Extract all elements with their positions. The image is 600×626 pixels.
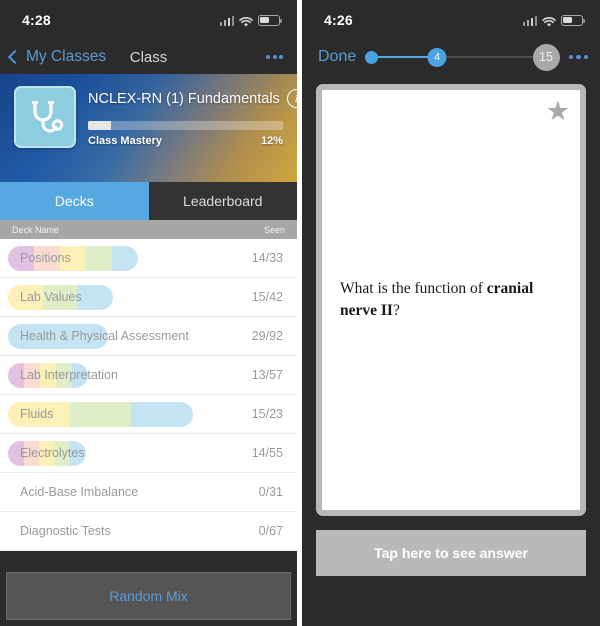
tab-bar: Decks Leaderboard <box>0 182 297 220</box>
stethoscope-icon <box>14 86 76 148</box>
deck-seen-count: 14/33 <box>251 251 283 265</box>
wifi-icon <box>542 15 556 27</box>
deck-name: Acid-Base Imbalance <box>20 485 139 499</box>
deck-name: Positions <box>20 251 71 265</box>
column-header-seen: Seen <box>263 224 285 235</box>
deck-row[interactable]: Diagnostic Tests 0/67 <box>0 512 297 551</box>
deck-seen-count: 15/23 <box>251 407 283 421</box>
deck-seen-count: 29/92 <box>251 329 283 343</box>
deck-list-header: Deck Name Seen <box>0 220 297 239</box>
cellular-signal-icon <box>219 15 234 26</box>
pill-segment <box>69 402 132 427</box>
more-options-button[interactable] <box>266 55 283 59</box>
class-mastery-label: Class Mastery <box>88 135 162 147</box>
status-bar-right: 4:26 <box>302 0 600 40</box>
chevron-left-icon <box>7 49 23 65</box>
battery-icon <box>561 14 586 26</box>
more-options-button[interactable] <box>568 54 588 60</box>
status-icons <box>219 14 283 27</box>
info-icon[interactable]: i <box>286 89 297 108</box>
slider-handle[interactable]: 4 <box>427 47 447 67</box>
slider-total-badge: 15 <box>532 43 560 71</box>
deck-name: Lab Interpretation <box>20 368 118 382</box>
deck-row[interactable]: Acid-Base Imbalance 0/31 <box>0 473 297 512</box>
deck-name: Fluids <box>20 407 54 421</box>
deck-seen-count: 15/42 <box>251 290 283 304</box>
class-header-card: NCLEX-RN (1) Fundamentals i Class Master… <box>0 74 297 182</box>
deck-row[interactable]: Fluids 15/23 <box>0 395 297 434</box>
tab-leaderboard[interactable]: Leaderboard <box>148 182 297 220</box>
bottom-action-bar: Random Mix <box>0 566 297 626</box>
back-button[interactable]: My Classes <box>7 48 107 66</box>
deck-seen-count: 14/55 <box>251 446 283 460</box>
star-icon[interactable]: ★ <box>546 98 570 125</box>
cellular-signal-icon <box>522 15 537 26</box>
navigation-bar-right: Done 4 15 <box>302 40 600 74</box>
random-mix-button[interactable]: Random Mix <box>6 572 291 620</box>
status-time: 4:26 <box>324 12 353 28</box>
status-time: 4:28 <box>22 12 51 28</box>
deck-seen-count: 13/57 <box>251 368 283 382</box>
left-phone-screen: 4:28 My Classes Class NCLEX-RN (1) Funda… <box>0 0 297 626</box>
back-button-label: My Classes <box>26 48 107 65</box>
status-icons <box>522 14 586 27</box>
dual-phone-screenshot: 4:28 My Classes Class NCLEX-RN (1) Funda… <box>0 0 600 626</box>
right-phone-screen: 4:26 Done 4 15 ★ What is the function of… <box>302 0 600 626</box>
see-answer-button[interactable]: Tap here to see answer <box>316 530 586 576</box>
pill-segment <box>131 402 193 427</box>
wifi-icon <box>239 15 253 27</box>
battery-icon <box>258 14 283 26</box>
deck-row[interactable]: Lab Interpretation 13/57 <box>0 356 297 395</box>
class-title: NCLEX-RN (1) Fundamentals <box>88 90 280 107</box>
deck-row[interactable]: Lab Values 15/42 <box>0 278 297 317</box>
tab-decks[interactable]: Decks <box>0 182 149 220</box>
class-mastery-percent: 12% <box>260 135 283 147</box>
flashcard[interactable]: ★ What is the function of cranial nerve … <box>316 84 586 516</box>
deck-row[interactable]: Electrolytes 14/55 <box>0 434 297 473</box>
card-progress-slider[interactable]: 4 15 <box>365 43 560 71</box>
deck-list: Positions 14/33 Lab Values 15/42 Health & Ph… <box>0 239 297 551</box>
deck-row[interactable]: Health & Physical Assessment 29/92 <box>0 317 297 356</box>
question-prefix: What is the function of <box>340 279 487 297</box>
flashcard-question: What is the function of cranial nerve II… <box>322 278 580 323</box>
class-mastery-progress-bar <box>88 121 283 130</box>
pill-segment <box>112 246 138 271</box>
deck-row[interactable]: Positions 14/33 <box>0 239 297 278</box>
slider-start-dot <box>365 50 379 64</box>
pill-segment <box>86 246 112 271</box>
deck-name: Electrolytes <box>20 446 85 460</box>
navigation-bar-left: My Classes Class <box>0 40 297 74</box>
pill-segment <box>77 285 113 310</box>
deck-name: Health & Physical Assessment <box>20 329 189 343</box>
column-header-deck-name: Deck Name <box>12 224 60 235</box>
deck-seen-count: 0/67 <box>258 524 283 538</box>
answer-zone: Tap here to see answer <box>302 526 600 626</box>
deck-name: Diagnostic Tests <box>20 524 111 538</box>
deck-name: Lab Values <box>20 290 82 304</box>
status-bar-left: 4:28 <box>0 0 297 40</box>
question-suffix: ? <box>392 302 400 319</box>
done-button[interactable]: Done <box>318 48 356 66</box>
deck-seen-count: 0/31 <box>258 485 283 499</box>
flashcard-area: ★ What is the function of cranial nerve … <box>302 74 600 526</box>
